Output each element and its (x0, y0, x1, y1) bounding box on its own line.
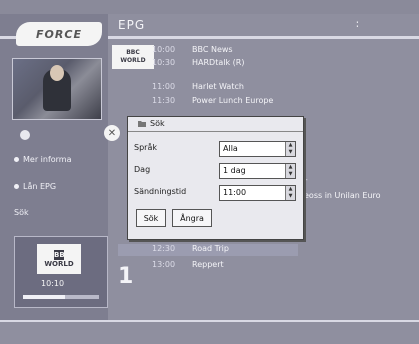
language-label: Språk (134, 143, 157, 152)
bullet-icon (14, 157, 19, 162)
cancel-button[interactable]: Ångra (172, 209, 212, 227)
close-icon[interactable]: ✕ (104, 125, 120, 141)
header-indicator-icon: ∶ (356, 18, 359, 31)
search-button[interactable]: Sök (136, 209, 166, 227)
preview-video (12, 58, 102, 120)
bottom-band (0, 322, 419, 344)
spin-arrows-icon[interactable]: ▲ ▼ (285, 142, 295, 156)
program-row[interactable]: 10:30 HARDtalk (R) (118, 58, 418, 70)
program-progress-bar (23, 295, 99, 299)
sidebar-item-more-info[interactable]: Mer informa (14, 155, 72, 164)
top-band (0, 0, 419, 14)
program-row[interactable]: 13:00 Reppert (118, 260, 418, 272)
progress-fill (23, 295, 65, 299)
dialog-title-bar: Sök (128, 117, 303, 132)
page-title: EPG (118, 18, 146, 32)
broadcast-time-label: Sändningstid (134, 187, 187, 196)
language-select[interactable]: Alla ▲ ▼ (219, 141, 296, 157)
folder-icon (138, 121, 146, 127)
program-row[interactable]: 10:00 BBC News (118, 45, 418, 57)
channel-number: 1 (118, 264, 134, 289)
day-label: Dag (134, 165, 151, 174)
channel-logo: BBC WORLD (37, 244, 81, 274)
program-row[interactable]: 11:30 Power Lunch Europe (118, 96, 418, 108)
program-row-selected[interactable]: 12:30 Road Trip (118, 244, 298, 256)
sidebar-item-epg[interactable]: Lån EPG (14, 182, 56, 191)
current-channel-box: BBC WORLD 10:10 (14, 236, 108, 308)
broadcast-time-select[interactable]: 11:00 ▲ ▼ (219, 185, 296, 201)
spin-arrows-icon[interactable]: ▲ ▼ (285, 164, 295, 178)
bullet-icon (14, 184, 19, 189)
presenter-face (50, 65, 64, 81)
menu-dot-icon (20, 130, 30, 140)
rule-top (108, 36, 419, 39)
force-logo: FORCE (16, 22, 102, 46)
clock-time: 10:10 (41, 279, 65, 288)
program-row[interactable]: 11:00 Harlet Watch (118, 82, 418, 94)
day-select[interactable]: 1 dag ▲ ▼ (219, 163, 296, 179)
spin-arrows-icon[interactable]: ▲ ▼ (285, 186, 295, 200)
sidebar-item-search[interactable]: Sök (14, 208, 29, 217)
search-dialog: Sök Språk Alla ▲ ▼ Dag 1 dag ▲ ▼ Sändnings… (127, 116, 304, 240)
